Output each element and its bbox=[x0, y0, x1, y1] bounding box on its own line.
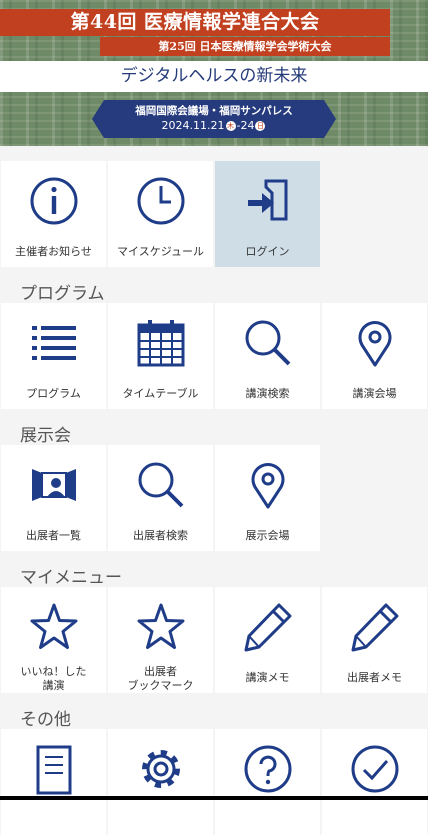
date-end: -24 bbox=[236, 119, 255, 132]
menu-label: 展示会場 bbox=[245, 529, 290, 542]
menu-exhibitor-list[interactable]: 出展者一覧 bbox=[1, 445, 106, 551]
system-nav-bar bbox=[0, 796, 428, 800]
star-icon bbox=[137, 603, 185, 649]
search-icon bbox=[138, 462, 184, 508]
menu-other-help[interactable] bbox=[215, 729, 320, 835]
menu-label-line1: いいね！した bbox=[20, 665, 87, 678]
menu-label-line1: 出展者 bbox=[144, 665, 177, 678]
menu-label: 講演会場 bbox=[352, 387, 397, 400]
menu-label-line2: 講演 bbox=[42, 679, 65, 692]
section-title-exhibit: 展示会 bbox=[20, 426, 71, 446]
conference-title: 第44回 医療情報学連合大会 bbox=[0, 9, 390, 36]
gear-icon bbox=[142, 750, 180, 788]
conference-date: 2024.11.21 木 -24 日 bbox=[92, 118, 336, 134]
menu-session-memo[interactable]: 講演メモ bbox=[215, 587, 320, 693]
document-icon bbox=[36, 745, 72, 795]
pencil-icon bbox=[244, 603, 292, 652]
search-icon bbox=[245, 320, 291, 366]
menu-label-line2: ブックマーク bbox=[127, 679, 194, 692]
menu-label: 出展者一覧 bbox=[26, 529, 81, 542]
menu-other-check[interactable] bbox=[322, 729, 427, 835]
section-title-program: プログラム bbox=[20, 284, 105, 304]
menu-label: 講演メモ bbox=[245, 671, 290, 684]
menu-label: ログイン bbox=[245, 245, 290, 258]
clock-icon bbox=[137, 177, 185, 225]
conference-theme: デジタルヘルスの新未来 bbox=[0, 61, 428, 92]
menu-label: マイスケジュール bbox=[117, 245, 204, 258]
menu-login[interactable]: ログイン bbox=[215, 161, 320, 267]
list-icon bbox=[32, 326, 76, 360]
header-banner: 第44回 医療情報学連合大会 第25回 日本医療情報学会学術大会 デジタルヘルス… bbox=[0, 0, 428, 146]
venue-name: 福岡国際会議場・福岡サンパレス bbox=[135, 105, 293, 117]
day-badge-end: 日 bbox=[255, 121, 266, 131]
menu-my-schedule[interactable]: マイスケジュール bbox=[108, 161, 213, 267]
menu-exhibit-venue[interactable]: 展示会場 bbox=[215, 445, 320, 551]
menu-program[interactable]: プログラム bbox=[1, 303, 106, 409]
info-icon bbox=[30, 177, 78, 225]
menu-exhibitor-search[interactable]: 出展者検索 bbox=[108, 445, 213, 551]
menu-label: 出展者検索 bbox=[133, 529, 188, 542]
section-title-other: その他 bbox=[20, 710, 71, 730]
help-icon bbox=[244, 745, 292, 793]
map-pin-icon bbox=[251, 463, 285, 509]
menu-session-search[interactable]: 講演検索 bbox=[215, 303, 320, 409]
menu-other-settings[interactable] bbox=[108, 729, 213, 835]
menu-exhibitor-bookmarks[interactable]: 出展者 ブックマーク bbox=[108, 587, 213, 693]
menu-label: 主催者お知らせ bbox=[15, 245, 92, 258]
menu-label: 出展者 ブックマーク bbox=[108, 665, 213, 693]
calendar-icon bbox=[137, 320, 185, 367]
check-circle-icon bbox=[351, 745, 399, 793]
menu-label: いいね！した 講演 bbox=[1, 665, 106, 693]
pencil-icon bbox=[351, 603, 399, 652]
menu-exhibitor-memo[interactable]: 出展者メモ bbox=[322, 587, 427, 693]
menu-organizer-news[interactable]: 主催者お知らせ bbox=[1, 161, 106, 267]
menu-label: タイムテーブル bbox=[122, 387, 199, 400]
date-start: 2024.11.21 bbox=[161, 119, 225, 132]
exhibitor-icon bbox=[32, 469, 76, 501]
login-icon bbox=[248, 179, 288, 221]
day-badge-start: 木 bbox=[225, 121, 236, 131]
venue-badge: 福岡国際会議場・福岡サンパレス 2024.11.21 木 -24 日 bbox=[92, 100, 336, 138]
menu-label: 講演検索 bbox=[245, 387, 290, 400]
menu-session-venue[interactable]: 講演会場 bbox=[322, 303, 427, 409]
menu-liked-sessions[interactable]: いいね！した 講演 bbox=[1, 587, 106, 693]
menu-label: プログラム bbox=[26, 387, 81, 400]
map-pin-icon bbox=[358, 321, 392, 367]
menu-label: 出展者メモ bbox=[347, 671, 402, 684]
section-title-mymenu: マイメニュー bbox=[20, 568, 122, 588]
menu-timetable[interactable]: タイムテーブル bbox=[108, 303, 213, 409]
menu-other-document[interactable] bbox=[1, 729, 106, 835]
star-icon bbox=[30, 603, 78, 649]
conference-subtitle: 第25回 日本医療情報学会学術大会 bbox=[100, 37, 390, 56]
